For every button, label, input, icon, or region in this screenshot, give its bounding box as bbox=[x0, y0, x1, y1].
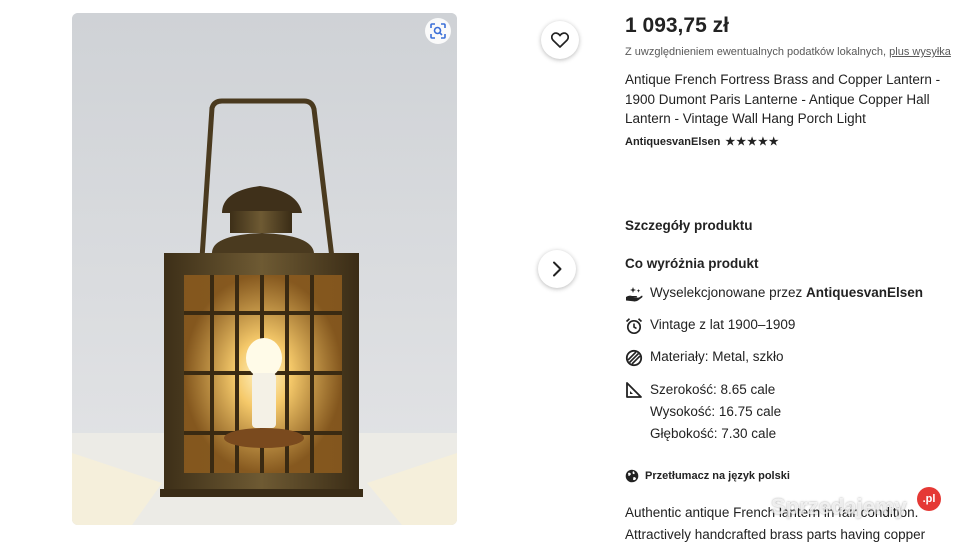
height-label: Wysokość: 16.75 cale bbox=[650, 404, 782, 419]
lantern-photo bbox=[72, 13, 457, 525]
highlights-heading: Co wyróżnia produkt bbox=[625, 256, 759, 271]
seller-name[interactable]: AntiquesvanElsen bbox=[625, 136, 720, 148]
chevron-right-icon bbox=[553, 261, 562, 277]
width-label: Szerokość: 8.65 cale bbox=[650, 382, 776, 397]
next-image-button[interactable] bbox=[538, 250, 576, 288]
globe-icon bbox=[625, 469, 639, 483]
favorite-button[interactable] bbox=[541, 21, 579, 59]
heart-icon bbox=[551, 32, 569, 48]
tax-note: Z uwzględnieniem ewentualnych podatków l… bbox=[625, 46, 951, 58]
hand-sparkle-icon bbox=[626, 287, 643, 302]
price: 1 093,75 zł bbox=[625, 14, 729, 37]
tax-note-text: Z uwzględnieniem ewentualnych podatków l… bbox=[625, 46, 890, 58]
depth-label: Głębokość: 7.30 cale bbox=[650, 426, 777, 441]
rating-stars: ★★★★★ bbox=[725, 136, 780, 148]
translate-button[interactable]: Przetłumacz na język polski bbox=[625, 469, 790, 483]
feature-dimensions: Szerokość: 8.65 cale Wysokość: 16.75 cal… bbox=[625, 381, 781, 445]
feature-materials: Materiały: Metal, szkło bbox=[625, 349, 784, 367]
curated-by-shop: AntiquesvanElsen bbox=[805, 285, 923, 300]
alarm-clock-icon bbox=[625, 318, 643, 335]
listing-title: Antique French Fortress Brass and Copper… bbox=[625, 72, 941, 126]
material-swatch-icon bbox=[625, 349, 643, 367]
materials-label: Materiały: Metal, szkło bbox=[650, 349, 784, 364]
visual-search-button[interactable] bbox=[425, 18, 451, 44]
ruler-angle-icon bbox=[626, 382, 642, 398]
visual-search-icon bbox=[430, 23, 446, 39]
product-image[interactable] bbox=[72, 13, 457, 525]
curated-prefix: Wyselekcjonowane przez bbox=[650, 285, 806, 300]
product-details-heading[interactable]: Szczegóły produktu bbox=[625, 218, 753, 233]
seller-row: AntiquesvanElsen ★★★★★ bbox=[625, 135, 780, 149]
feature-vintage: Vintage z lat 1900–1909 bbox=[625, 317, 795, 335]
translate-label: Przetłumacz na język polski bbox=[645, 470, 790, 482]
shipping-link[interactable]: plus wysyłka bbox=[889, 46, 951, 58]
vintage-label: Vintage z lat 1900–1909 bbox=[650, 317, 796, 332]
feature-curated: Wyselekcjonowane przez AntiquesvanElsen bbox=[625, 285, 923, 303]
watermark-badge: .pl bbox=[917, 487, 941, 511]
watermark-text: Sprzedajemy bbox=[771, 494, 907, 519]
